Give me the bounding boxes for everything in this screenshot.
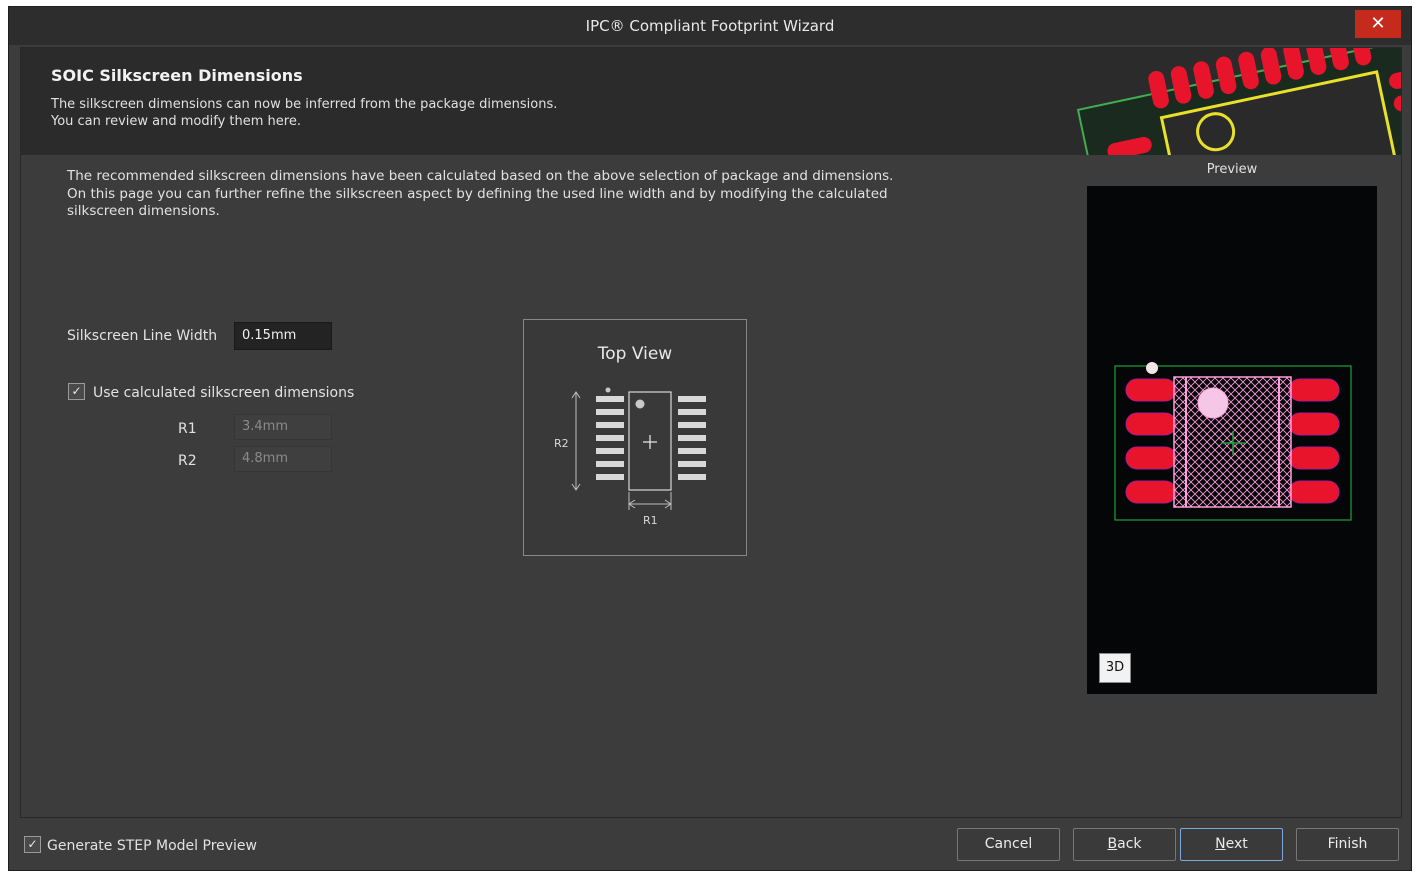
intro-line-1: The recommended silkscreen dimensions ha… [67, 168, 894, 184]
use-calculated-label: Use calculated silkscreen dimensions [93, 385, 355, 401]
window-title: IPC® Compliant Footprint Wizard [585, 17, 835, 35]
r2-label: R2 [178, 453, 197, 469]
back-button[interactable]: Back [1073, 828, 1176, 861]
finish-button[interactable]: Finish [1296, 828, 1399, 861]
back-label-rest: ack [1117, 836, 1142, 852]
r1-input[interactable]: 3.4mm [234, 414, 332, 440]
intro-line-2: On this page you can further refine the … [67, 185, 888, 202]
next-mnemonic: N [1215, 836, 1226, 852]
next-label-rest: ext [1225, 836, 1248, 852]
generate-step-checkbox[interactable]: ✓ [24, 836, 41, 853]
page-header: SOIC Silkscreen Dimensions The silkscree… [21, 48, 1401, 155]
intro-text: The recommended silkscreen dimensions ha… [67, 168, 967, 221]
page-title: SOIC Silkscreen Dimensions [51, 66, 303, 85]
r2-input[interactable]: 4.8mm [234, 446, 332, 472]
use-calculated-checkbox[interactable]: ✓ [68, 383, 85, 400]
close-button[interactable]: ✕ [1355, 10, 1401, 38]
preview-label: Preview [1206, 162, 1258, 177]
page-description-line-1: The silkscreen dimensions can now be inf… [51, 97, 558, 112]
line-width-input[interactable]: 0.15mm [234, 322, 332, 350]
generate-step-label: Generate STEP Model Preview [47, 838, 257, 854]
r1-label: R1 [178, 421, 197, 437]
wizard-content: SOIC Silkscreen Dimensions The silkscree… [20, 47, 1402, 818]
line-width-label: Silkscreen Line Width [67, 328, 218, 344]
footprint-preview [1114, 362, 1352, 521]
3d-view-button[interactable]: 3D [1099, 653, 1131, 683]
r2-dimension-label: R2 [554, 437, 569, 450]
intro-line-3: silkscreen dimensions. [67, 203, 220, 219]
banner-graphic [1061, 48, 1401, 155]
page-description-line-2: You can review and modify them here. [51, 114, 301, 129]
r1-dimension-label: R1 [643, 514, 658, 527]
title-bar: IPC® Compliant Footprint Wizard ✕ [9, 7, 1411, 45]
cancel-button[interactable]: Cancel [957, 828, 1060, 861]
wizard-window: IPC® Compliant Footprint Wizard ✕ SOIC S… [8, 6, 1412, 871]
top-view-diagram: R2 R1 [554, 387, 706, 527]
back-mnemonic: B [1107, 836, 1118, 852]
page-description: The silkscreen dimensions can now be inf… [51, 96, 557, 130]
top-view-panel: Top View R2 R1 [523, 319, 747, 556]
preview-canvas[interactable]: 3D [1087, 186, 1377, 694]
next-button[interactable]: Next [1180, 828, 1283, 861]
